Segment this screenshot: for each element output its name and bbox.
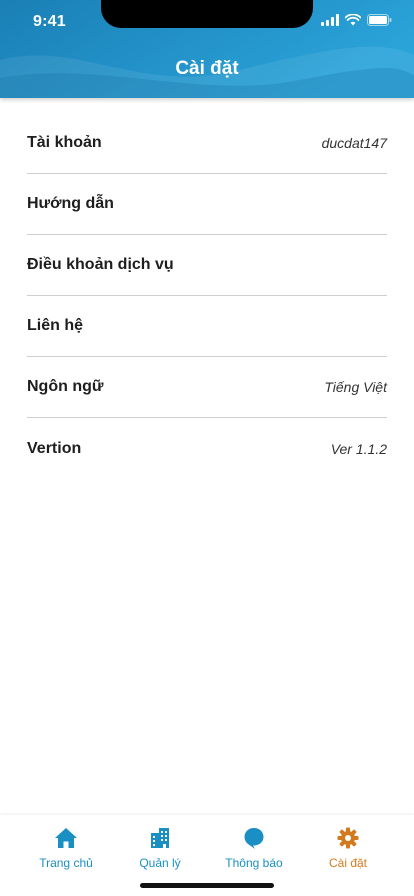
settings-row-version[interactable]: Vertion Ver 1.1.2 (27, 418, 387, 479)
settings-row-label: Ngôn ngữ (27, 378, 104, 395)
home-indicator (140, 883, 274, 888)
nav-label: Cài đặt (328, 856, 368, 870)
settings-screen: 9:41 Cài đặt Tài khoản ducdat147 Hướng d… (0, 0, 414, 896)
nav-item-manage[interactable]: Quản lý (113, 827, 207, 870)
settings-row-language[interactable]: Ngôn ngữ Tiếng Việt (27, 357, 387, 418)
nav-label: Thông báo (225, 856, 283, 870)
settings-row-label: Vertion (27, 439, 82, 457)
settings-list: Tài khoản ducdat147 Hướng dẫn Điều khoản… (27, 113, 387, 479)
battery-icon (367, 14, 392, 26)
settings-row-account[interactable]: Tài khoản ducdat147 (27, 113, 387, 174)
nav-item-home[interactable]: Trang chủ (19, 827, 113, 870)
status-icons (321, 14, 392, 26)
settings-row-label: Tài khoản (27, 134, 102, 151)
gear-icon (337, 827, 359, 849)
page-title: Cài đặt (175, 58, 239, 79)
settings-row-label: Liên hệ (27, 317, 84, 334)
settings-row-value: Tiếng Việt (324, 379, 387, 395)
settings-row-label: Điều khoản dịch vụ (27, 256, 174, 273)
settings-row-terms[interactable]: Điều khoản dịch vụ (27, 235, 387, 296)
settings-row-label: Hướng dẫn (27, 195, 114, 212)
signal-icon (321, 14, 339, 26)
nav-label: Trang chủ (39, 856, 93, 870)
header: 9:41 Cài đặt (0, 0, 414, 98)
buildings-icon (151, 828, 169, 848)
nav-item-notifications[interactable]: Thông báo (207, 827, 301, 870)
wifi-icon (345, 14, 361, 26)
settings-row-value: Ver 1.1.2 (330, 440, 387, 457)
chat-bubble-icon (244, 828, 264, 849)
settings-row-guide[interactable]: Hướng dẫn (27, 174, 387, 235)
settings-row-contact[interactable]: Liên hệ (27, 296, 387, 357)
home-icon (55, 828, 77, 848)
status-time: 9:41 (33, 13, 66, 30)
nav-label: Quản lý (139, 856, 181, 870)
nav-item-settings[interactable]: Cài đặt (301, 827, 395, 870)
settings-row-value: ducdat147 (321, 135, 387, 151)
device-notch (101, 0, 313, 28)
